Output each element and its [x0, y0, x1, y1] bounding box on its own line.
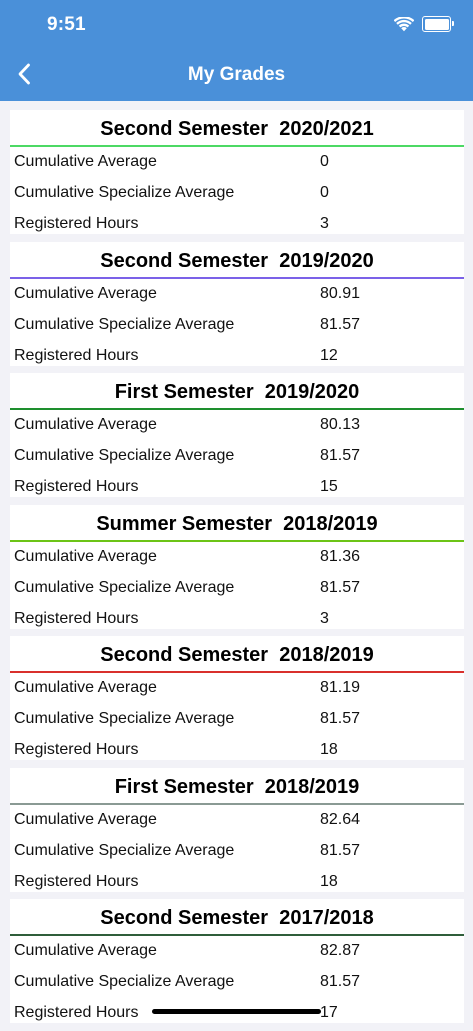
semester-card[interactable]: Second Semester 2019/2020 Cumulative Aver…: [10, 241, 464, 366]
grade-row-value: 3: [320, 215, 329, 232]
grade-row-label: Cumulative Specialize Average: [14, 973, 235, 990]
semester-card[interactable]: First Semester 2019/2020 Cumulative Avera…: [10, 373, 464, 497]
grade-row-label: Cumulative Specialize Average: [14, 184, 235, 201]
semester-title: First Semester 2018/2019: [114, 775, 360, 798]
grade-row-value: 0: [320, 184, 329, 201]
grade-row: Registered Hours 15: [10, 472, 464, 503]
semester-title: Second Semester 2018/2019: [100, 644, 374, 666]
grade-row-value: 3: [320, 609, 329, 627]
grade-row-label: Cumulative Average: [14, 942, 157, 959]
battery-icon: [422, 16, 454, 32]
grade-row: Registered Hours 3: [10, 209, 464, 240]
grade-row-label: Cumulative Average: [14, 547, 157, 565]
status-time: 9:51: [47, 14, 86, 35]
page-title: My Grades: [187, 64, 286, 85]
grade-row-label: Cumulative Specialize Average: [14, 710, 235, 727]
grade-row-value: 81.57: [320, 841, 361, 859]
grade-row-label: Registered Hours: [14, 741, 139, 758]
grade-row-label: Registered Hours: [14, 346, 139, 364]
grade-row: Cumulative Specialize Average 81.57: [10, 704, 464, 735]
grade-row-value: 18: [320, 741, 338, 758]
grade-row-value: 81.36: [320, 547, 361, 565]
grade-row-label: Registered Hours: [14, 609, 139, 627]
grade-row-label: Cumulative Specialize Average: [14, 447, 235, 464]
semester-title: Second Semester 2020/2021: [100, 118, 374, 140]
grade-row-label: Cumulative Average: [14, 416, 157, 433]
grade-row-value: 81.19: [320, 679, 361, 696]
grade-row-value: 81.57: [320, 710, 361, 727]
semester-card[interactable]: First Semester 2018/2019 Cumulative Avera…: [10, 767, 464, 892]
semester-card[interactable]: Second Semester 2018/2019 Cumulative Aver…: [10, 636, 464, 760]
status-icons: [394, 16, 454, 32]
home-indicator[interactable]: [152, 1009, 321, 1014]
navigation-header: 9:51 My Grades: [0, 0, 473, 101]
grade-row-value: 80.91: [320, 284, 361, 302]
wifi-icon: [394, 16, 414, 32]
grade-row: Cumulative Average 82.64: [10, 805, 464, 836]
grade-row: Cumulative Average 81.36: [10, 542, 464, 573]
grade-row: Cumulative Specialize Average 81.57: [10, 310, 464, 341]
grade-row: Cumulative Specialize Average 81.57: [10, 441, 464, 472]
grade-row: Registered Hours 18: [10, 867, 464, 898]
grade-row-label: Cumulative Average: [14, 284, 157, 302]
grade-row-label: Cumulative Specialize Average: [14, 841, 235, 859]
semester-title: Second Semester 2017/2018: [100, 907, 374, 929]
grade-row: Cumulative Specialize Average 81.57: [10, 573, 464, 604]
grade-row-label: Cumulative Average: [14, 810, 157, 828]
grade-row: Cumulative Specialize Average 0: [10, 178, 464, 209]
semester-title: Second Semester 2019/2020: [100, 249, 374, 272]
grade-row: Cumulative Average 0: [10, 147, 464, 178]
grade-row: Cumulative Average 80.91: [10, 279, 464, 310]
grade-row: Cumulative Average 81.19: [10, 673, 464, 704]
grade-row: Cumulative Average 80.13: [10, 410, 464, 441]
semester-title: First Semester 2019/2020: [114, 381, 360, 403]
grade-row-value: 12: [320, 346, 338, 364]
semester-list: Second Semester 2020/2021 Cumulative Aver…: [10, 110, 464, 1031]
grade-row-label: Cumulative Average: [14, 679, 157, 696]
grade-row-value: 81.57: [320, 578, 361, 596]
grade-row-label: Cumulative Specialize Average: [14, 578, 235, 596]
semester-card[interactable]: Second Semester 2020/2021 Cumulative Aver…: [10, 110, 464, 234]
grade-row: Cumulative Specialize Average 81.57: [10, 836, 464, 867]
semester-card[interactable]: Second Semester 2017/2018 Cumulative Aver…: [10, 899, 464, 1023]
grade-row-value: 80.13: [320, 416, 361, 433]
grade-row-value: 0: [320, 153, 329, 170]
semester-title: Summer Semester 2018/2019: [96, 512, 378, 535]
grade-row: Cumulative Average 82.87: [10, 936, 464, 967]
grade-row-value: 81.57: [320, 447, 361, 464]
grade-row: Cumulative Specialize Average 81.57: [10, 967, 464, 998]
grade-row: Registered Hours 12: [10, 341, 464, 372]
semester-card[interactable]: Summer Semester 2018/2019 Cumulative Aver…: [10, 504, 464, 629]
grade-row-value: 18: [320, 872, 338, 890]
grade-row-label: Registered Hours: [14, 478, 139, 495]
grade-row: Registered Hours 3: [10, 604, 464, 635]
grade-row: Registered Hours 18: [10, 735, 464, 766]
grade-row-value: 81.57: [320, 315, 361, 333]
grade-row-value: 82.87: [320, 942, 361, 959]
grade-row-label: Cumulative Average: [14, 153, 157, 170]
grade-row-value: 15: [320, 478, 338, 495]
grade-row-value: 82.64: [320, 810, 361, 828]
grade-row-value: 81.57: [320, 973, 361, 990]
grade-row-label: Registered Hours: [14, 872, 139, 890]
grade-row-label: Registered Hours: [14, 215, 139, 232]
grade-row-label: Cumulative Specialize Average: [14, 315, 235, 333]
